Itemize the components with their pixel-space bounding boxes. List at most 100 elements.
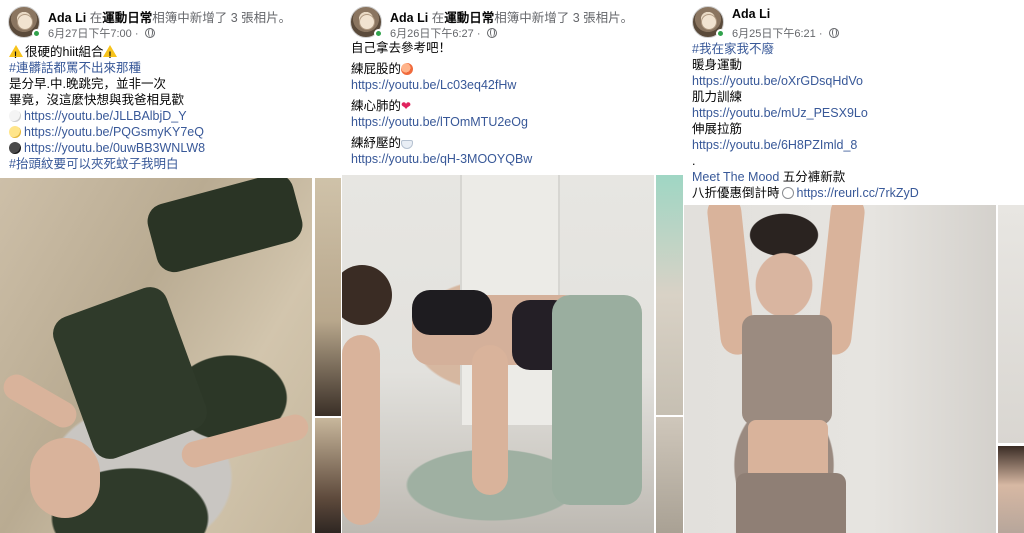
post-text: 練心肺的 bbox=[351, 99, 402, 113]
album-name[interactable]: 運動日常 bbox=[444, 11, 494, 25]
post-text: 伸展拉筋 bbox=[692, 122, 743, 136]
photo-figure-bra bbox=[742, 315, 832, 425]
post-headline: Ada Li 在運動日常相簿中新增了 3 張相片。 bbox=[48, 7, 291, 26]
youtube-link-text[interactable]: https://youtu.be/Lc03eq42fHw bbox=[351, 78, 516, 92]
photo-figure-arm bbox=[472, 345, 508, 495]
avatar-face bbox=[701, 14, 717, 30]
youtube-link[interactable]: https://youtu.be/lTOmMTU2eOg bbox=[351, 114, 532, 135]
youtube-link[interactable]: https://youtu.be/qH-3MOOYQBw bbox=[351, 151, 532, 167]
youtube-link[interactable]: https://youtu.be/6H8PZImld_8 bbox=[692, 137, 919, 153]
hashtag-link[interactable]: #連髒話都罵不出來那種 bbox=[9, 60, 205, 76]
photo-figure-bra bbox=[412, 290, 492, 335]
photo-figure-legs bbox=[143, 178, 307, 277]
youtube-link[interactable]: https://youtu.be/PQGsmyKY7eQ bbox=[24, 125, 204, 139]
post-header: Ada Li 6月25日下午6:21 · bbox=[692, 4, 1022, 44]
post-text: 暖身運動 bbox=[692, 58, 743, 72]
photo-figure-top bbox=[47, 282, 213, 464]
headline-prefix: 在 bbox=[431, 11, 445, 25]
youtube-link-text[interactable]: https://youtu.be/oXrGDsqHdVo bbox=[692, 74, 863, 88]
post-body: 很硬的hiit組合 #連髒話都罵不出來那種 是分早.中.晚跳完，並非一次 畢竟，… bbox=[9, 44, 205, 172]
youtube-link-text[interactable]: https://youtu.be/lTOmMTU2eOg bbox=[351, 115, 528, 129]
promo-link[interactable]: https://reurl.cc/7rkZyD bbox=[797, 186, 919, 200]
post-photo-thumb[interactable] bbox=[998, 205, 1024, 443]
warning-icon bbox=[9, 45, 23, 63]
post-photo-thumb[interactable] bbox=[656, 175, 683, 415]
post-text: 練紓壓的 bbox=[351, 136, 402, 150]
photo-figure-face bbox=[30, 438, 100, 518]
post-photo-main[interactable] bbox=[684, 205, 996, 533]
author-name[interactable]: Ada Li bbox=[732, 7, 770, 21]
post-photo-thumb[interactable] bbox=[656, 417, 683, 533]
post-meta: 6月26日下午6:27 · bbox=[390, 25, 497, 41]
post-body: #我在家我不廢 暖身運動 https://youtu.be/oXrGDsqHdV… bbox=[692, 41, 919, 201]
post-text: 畢竟，沒這麼快想與我爸相見歡 bbox=[9, 93, 185, 107]
online-status-icon bbox=[374, 29, 383, 38]
youtube-link-text[interactable]: https://youtu.be/qH-3MOOYQBw bbox=[351, 152, 532, 166]
post-line: https://youtu.be/JLLBAlbjD_Y bbox=[9, 108, 205, 124]
globe-icon bbox=[486, 28, 497, 38]
post-card-1: Ada Li 在運動日常相簿中新增了 3 張相片。 6月27日下午7:00 · … bbox=[0, 0, 341, 533]
photo-figure-legs bbox=[552, 295, 642, 505]
brand-link[interactable]: Meet The Mood bbox=[692, 170, 779, 184]
morning-moon-icon bbox=[9, 110, 21, 122]
post-line: 練屁股的 bbox=[351, 61, 532, 77]
post-body: 自己拿去參考吧！ 練屁股的 https://youtu.be/Lc03eq42f… bbox=[351, 40, 532, 167]
night-moon-icon bbox=[9, 142, 21, 154]
post-meta: 6月25日下午6:21 · bbox=[732, 25, 839, 41]
photo-figure-shorts bbox=[736, 473, 846, 533]
headline-prefix: 在 bbox=[89, 11, 103, 25]
globe-icon bbox=[144, 28, 155, 38]
photo-figure-arm bbox=[342, 335, 380, 525]
post-line: https://youtu.be/PQGsmyKY7eQ bbox=[9, 124, 205, 140]
post-text: 自己拿去參考吧！ bbox=[351, 41, 452, 55]
post-line: 練心肺的❤ bbox=[351, 98, 532, 114]
post-timestamp[interactable]: 6月27日下午7:00 · bbox=[48, 28, 142, 40]
author-name[interactable]: Ada Li bbox=[390, 11, 428, 25]
youtube-link-text[interactable]: https://youtu.be/mUz_PESX9Lo bbox=[692, 106, 868, 120]
youtube-link[interactable]: https://youtu.be/0uwBB3WNLW8 bbox=[24, 141, 205, 155]
post-header: Ada Li 在運動日常相簿中新增了 3 張相片。 6月27日下午7:00 · bbox=[8, 4, 338, 44]
post-card-3: Ada Li 6月25日下午6:21 · #我在家我不廢 暖身運動 https:… bbox=[684, 0, 1024, 533]
youtube-link-text[interactable]: https://youtu.be/6H8PZImld_8 bbox=[692, 138, 857, 152]
alarm-clock-icon bbox=[781, 187, 794, 199]
headline-action: 相簿中新增了 3 張相片。 bbox=[152, 11, 292, 25]
photo-figure-waist bbox=[748, 420, 828, 480]
post-timestamp[interactable]: 6月26日下午6:27 · bbox=[390, 28, 484, 40]
noon-sun-icon bbox=[9, 126, 21, 138]
youtube-link[interactable]: https://youtu.be/oXrGDsqHdVo bbox=[692, 73, 919, 89]
album-name[interactable]: 運動日常 bbox=[102, 11, 152, 25]
post-text: 練屁股的 bbox=[351, 62, 402, 76]
youtube-link[interactable]: https://youtu.be/JLLBAlbjD_Y bbox=[24, 109, 187, 123]
post-line: 八折優惠倒計時 https://reurl.cc/7rkZyD bbox=[692, 185, 919, 201]
post-photo-thumb[interactable] bbox=[998, 446, 1024, 533]
headline-action: 相簿中新增了 3 張相片。 bbox=[494, 11, 634, 25]
post-headline: Ada Li bbox=[732, 7, 770, 21]
post-header: Ada Li 在運動日常相簿中新增了 3 張相片。 6月26日下午6:27 · bbox=[350, 4, 680, 44]
avatar-face bbox=[17, 14, 33, 30]
online-status-icon bbox=[32, 29, 41, 38]
post-text: 五分褲新款 bbox=[779, 170, 846, 184]
hashtag-link[interactable]: #我在家我不廢 bbox=[692, 41, 919, 57]
post-meta: 6月27日下午7:00 · bbox=[48, 25, 155, 41]
globe-icon bbox=[828, 28, 839, 38]
post-photo-thumb[interactable] bbox=[315, 178, 341, 416]
author-name[interactable]: Ada Li bbox=[48, 11, 86, 25]
youtube-link[interactable]: https://youtu.be/Lc03eq42fHw bbox=[351, 77, 532, 98]
heart-icon: ❤ bbox=[401, 99, 412, 113]
post-photo-main[interactable] bbox=[342, 175, 654, 533]
post-photo-main[interactable] bbox=[0, 178, 312, 533]
peach-icon bbox=[401, 63, 414, 75]
post-text: 很硬的hiit組合 bbox=[25, 45, 104, 59]
youtube-link[interactable]: https://youtu.be/mUz_PESX9Lo bbox=[692, 105, 919, 121]
post-text: 八折優惠倒計時 bbox=[692, 186, 780, 200]
post-line: https://youtu.be/0uwBB3WNLW8 bbox=[9, 140, 205, 156]
warning-icon bbox=[103, 45, 118, 63]
photo-figure-hair bbox=[342, 265, 392, 325]
hashtag-link[interactable]: #抬頭紋要可以夾死蚊子我明白 bbox=[9, 156, 205, 172]
bathtub-icon bbox=[401, 140, 414, 149]
post-timestamp[interactable]: 6月25日下午6:21 · bbox=[732, 28, 826, 40]
post-photo-thumb[interactable] bbox=[315, 418, 341, 533]
post-card-2: Ada Li 在運動日常相簿中新增了 3 張相片。 6月26日下午6:27 · … bbox=[342, 0, 683, 533]
online-status-icon bbox=[716, 29, 725, 38]
post-text: . bbox=[692, 154, 696, 168]
